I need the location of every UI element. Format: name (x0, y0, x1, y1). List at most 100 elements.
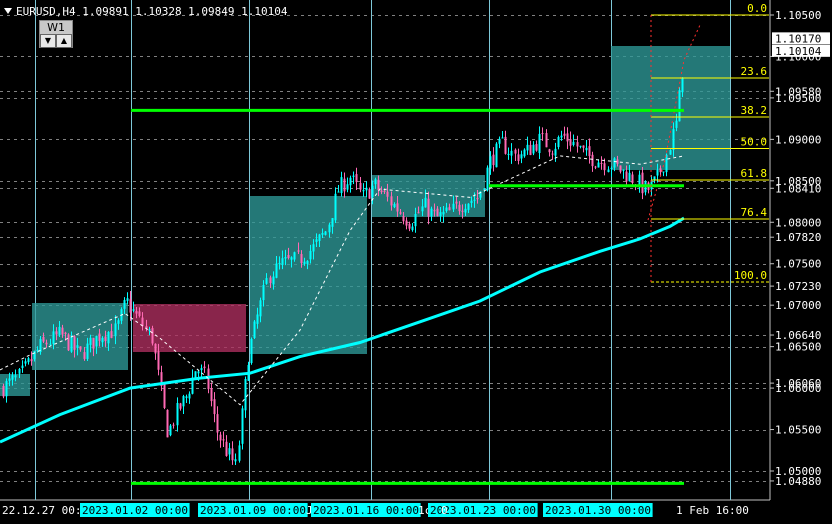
candle-body (390, 196, 393, 206)
candle-body (473, 199, 476, 201)
candle-body (355, 174, 358, 182)
candle-body (467, 203, 470, 210)
candle-body (24, 361, 27, 364)
candle-body (287, 255, 290, 258)
fib-level-label: 0.0 (747, 2, 767, 15)
candle-body (284, 257, 287, 259)
arrow-down-icon[interactable]: ▼ (40, 34, 56, 48)
candle-body (179, 403, 182, 409)
candle-body (259, 300, 262, 317)
candle-body (169, 425, 172, 436)
arrow-up-icon[interactable]: ▲ (56, 34, 72, 48)
range-box (32, 303, 128, 370)
candle-body (343, 178, 346, 192)
candle-body (656, 169, 659, 176)
candle-body (8, 378, 11, 381)
candle-body (470, 200, 473, 204)
candle-body (123, 300, 126, 309)
candle-body (27, 358, 30, 363)
candle-body (607, 169, 610, 173)
candle-body (14, 375, 17, 378)
candle-body (600, 162, 603, 164)
candle-body (281, 258, 284, 265)
price-tick-label: 1.04880 (775, 475, 821, 488)
candle-body (172, 424, 175, 426)
price-tick-label: 1.07500 (775, 258, 821, 271)
candle-body (241, 408, 244, 444)
candle-body (182, 396, 185, 407)
candle-body (58, 326, 61, 335)
price-tick-label: 1.09000 (775, 133, 821, 146)
candle-body (290, 257, 293, 260)
candle-body (300, 254, 303, 264)
candle-body (337, 191, 340, 193)
candle-body (275, 263, 278, 278)
candle-body (439, 212, 442, 217)
candle-body (2, 385, 5, 397)
candle-body (89, 337, 92, 345)
candle-body (210, 388, 213, 402)
price-tick-label: 1.08000 (775, 216, 821, 229)
timeframe-label: W1 (47, 21, 65, 34)
candle-body (107, 332, 110, 344)
candle-body (203, 366, 206, 369)
candle-body (597, 162, 600, 168)
date-tick-label: 2023.01.16 00:00 (313, 504, 419, 517)
candle-body (498, 138, 501, 144)
candle-body (262, 285, 265, 301)
collapse-triangle-icon[interactable] (4, 8, 12, 14)
candle-body (312, 244, 315, 252)
candle-body (21, 365, 24, 369)
candle-body (328, 224, 331, 233)
fib-level-label: 100.0 (734, 269, 767, 282)
candle-body (442, 211, 445, 215)
candle-body (427, 198, 430, 217)
price-tag-label: 1.10170 (775, 32, 821, 45)
candle-body (216, 414, 219, 433)
candle-body (5, 381, 8, 397)
candle-body (225, 441, 228, 456)
candle-body (86, 343, 89, 359)
candle-body (641, 172, 644, 194)
candle-body (39, 339, 42, 352)
candle-body (591, 154, 594, 167)
candle-body (554, 148, 557, 156)
candle-body (399, 212, 402, 214)
date-tick-label: 2023.01.30 00:00 (545, 504, 651, 517)
candle-body (436, 208, 439, 217)
candle-body (476, 198, 479, 200)
candle-body (613, 158, 616, 168)
candle-body (73, 336, 76, 350)
date-tick-label: 1 Feb 16:00 (676, 504, 749, 517)
timeframe-widget[interactable]: W1 ▼ ▲ (39, 20, 73, 48)
candle-body (359, 182, 362, 190)
price-tag-label: 1.10104 (775, 45, 822, 58)
candle-body (495, 143, 498, 168)
candle-body (510, 150, 513, 156)
candle-body (563, 133, 566, 136)
candle-body (52, 331, 55, 344)
candle-body (250, 338, 253, 364)
candle-body (138, 311, 141, 316)
candle-body (30, 359, 33, 362)
candle-body (101, 337, 104, 343)
price-tick-label: 1.10500 (775, 9, 821, 22)
candle-body (157, 351, 160, 370)
candle-body (318, 234, 321, 241)
candle-body (297, 250, 300, 252)
price-chart[interactable]: 0.023.638.250.061.876.4100.01.105001.100… (0, 0, 832, 524)
price-tick-label: 1.07820 (775, 231, 821, 244)
candle-body (126, 298, 129, 301)
candle-body (340, 177, 343, 194)
candle-body (411, 226, 414, 231)
fib-level-label: 23.6 (741, 65, 768, 78)
candle-body (523, 149, 526, 157)
price-tick-label: 1.08410 (775, 182, 821, 195)
candle-body (625, 171, 628, 182)
candle-body (117, 320, 120, 324)
candle-body (95, 335, 98, 347)
fib-level-label: 61.8 (741, 167, 768, 180)
candle-body (303, 261, 306, 264)
range-box (250, 196, 367, 354)
candle-body (278, 263, 281, 265)
